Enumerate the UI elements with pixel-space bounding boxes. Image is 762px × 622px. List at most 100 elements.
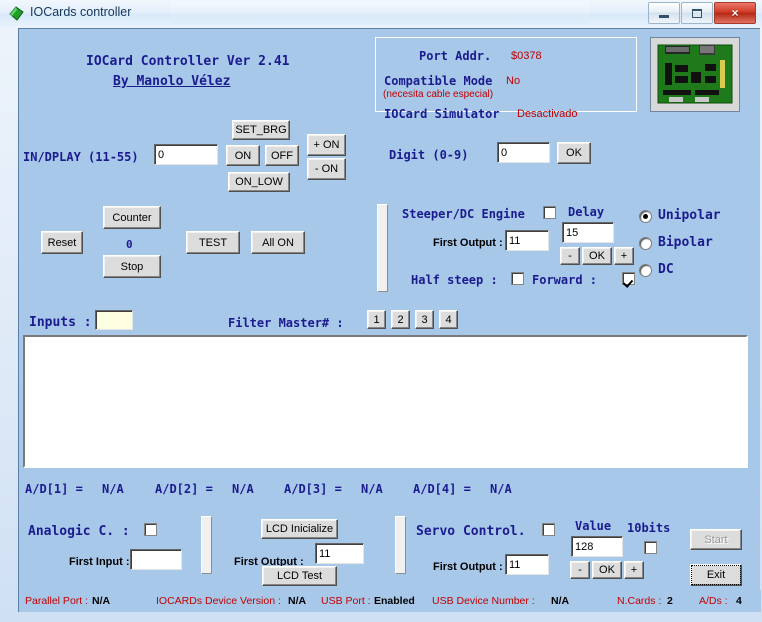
delay-label: Delay [568,205,605,219]
status-usb-value: Enabled [374,595,415,607]
ad4-value: N/A [490,482,512,496]
stepper-first-output-input[interactable]: 11 [505,230,549,251]
all-on-button[interactable]: All ON [251,231,305,254]
servo-enable-checkbox[interactable] [542,523,555,536]
ad1-label: A/D[1] = [25,482,83,496]
lcd-test-button[interactable]: LCD Test [262,566,337,586]
stop-button[interactable]: Stop [103,255,161,278]
ad2-value: N/A [232,482,254,496]
maximize-button[interactable] [681,2,713,24]
servo-title: Servo Control. [416,524,526,539]
lcd-first-output-input[interactable]: 11 [315,543,364,564]
digit-ok-button[interactable]: OK [557,142,591,164]
filter-button-2[interactable]: 2 [391,310,410,329]
forward-checkbox[interactable] [622,272,635,285]
compatible-mode-note: (necesita cable especial) [383,89,494,100]
reset-button[interactable]: Reset [41,231,83,254]
ad3-label: A/D[3] = [284,482,342,496]
close-button[interactable]: × [714,2,756,24]
status-ads-label: A/Ds : [699,595,728,607]
indplay-input[interactable]: 0 [154,144,218,165]
set-brg-button[interactable]: SET_BRG [232,120,290,140]
delay-plus-button[interactable]: + [614,247,634,265]
status-ads-value: 4 [736,595,742,607]
delay-input[interactable]: 15 [562,222,614,243]
page-title: IOCard Controller Ver 2.41 [86,54,290,69]
application-window: IOCards controller × IOCard Controller V… [0,0,762,622]
port-addr-value: $0378 [511,50,542,62]
analogic-enable-checkbox[interactable] [144,523,157,536]
radio-bipolar-label: Bipolar [658,235,713,250]
window-title: IOCards controller [30,5,132,19]
titlebar-glass-highlight [170,2,590,24]
compatible-mode-label: Compatible Mode [384,74,493,88]
status-usb-label: USB Port : [321,595,371,607]
servo-minus-button[interactable]: - [570,561,590,579]
lcd-servo-divider [395,516,406,574]
indplay-label: IN/DPLAY (11-55) [23,150,139,164]
maximize-icon [692,8,702,18]
servo-plus-button[interactable]: + [624,561,644,579]
servo-first-output-input[interactable]: 11 [505,554,549,575]
filter-button-4[interactable]: 4 [439,310,458,329]
log-output-area[interactable] [23,335,748,468]
app-diamond-icon [9,6,24,21]
inputs-label: Inputs : [29,315,92,330]
off-button[interactable]: OFF [265,145,299,166]
digit-input[interactable]: 0 [497,142,550,163]
plus-on-button[interactable]: + ON [307,134,346,156]
radio-dc-label: DC [658,262,674,277]
filter-button-1[interactable]: 1 [367,310,386,329]
filter-button-3[interactable]: 3 [415,310,434,329]
test-button[interactable]: TEST [186,231,240,254]
servo-ok-button[interactable]: OK [592,561,622,579]
half-steep-checkbox[interactable] [511,272,524,285]
start-button[interactable]: Start [690,529,742,550]
analogic-title: Analogic C. : [28,524,130,539]
radio-unipolar[interactable] [639,210,652,223]
ad4-label: A/D[4] = [413,482,471,496]
filter-master-label: Filter Master# : [228,316,344,330]
radio-dc[interactable] [639,264,652,277]
forward-label: Forward : [532,273,598,287]
title-bar[interactable]: IOCards controller × [0,0,762,27]
servo-value-input[interactable]: 128 [571,536,623,557]
status-ncards-value: 2 [667,595,673,607]
author-link[interactable]: By Manolo Vélez [113,74,230,89]
status-device-value: N/A [288,595,307,607]
delay-minus-button[interactable]: - [560,247,580,265]
analogic-first-input-field[interactable] [130,549,182,570]
radio-unipolar-label: Unipolar [658,208,721,223]
close-icon: × [731,6,739,20]
tenbits-checkbox[interactable] [644,541,657,554]
inputs-value-field [95,310,133,330]
lcd-inicialize-button[interactable]: LCD Inicialize [261,519,338,539]
ad2-label: A/D[2] = [155,482,213,496]
minimize-button[interactable] [648,2,680,24]
analogic-lcd-divider [201,516,212,574]
radio-bipolar[interactable] [639,237,652,250]
servo-first-output-label: First Output : [433,561,503,573]
half-steep-label: Half steep : [411,273,498,287]
delay-ok-button[interactable]: OK [582,247,612,265]
analogic-first-input-label: First Input : [69,556,130,568]
exit-button-label: Exit [691,565,741,585]
tenbits-label: 10bits [627,521,671,535]
port-addr-label: Port Addr. [419,49,492,63]
stepper-divider [377,204,388,292]
stepper-enable-checkbox[interactable] [543,206,556,219]
exit-button[interactable]: Exit [690,564,742,586]
simulator-label: IOCard Simulator [384,107,500,121]
stepper-first-output-label: First Output : [433,237,503,249]
on-low-button[interactable]: ON_LOW [228,172,290,192]
status-usbnum-value: N/A [551,595,570,607]
minus-on-button[interactable]: - ON [307,158,346,180]
servo-value-label: Value [575,519,612,533]
stepper-title: Steeper/DC Engine [402,207,525,221]
digit-label: Digit (0-9) [389,148,469,162]
counter-button[interactable]: Counter [103,206,161,229]
status-bar: Parallel Port : N/A IOCARDs Device Versi… [19,590,761,612]
on-button[interactable]: ON [226,145,260,166]
status-usbnum-label: USB Device Number : [432,595,535,607]
counter-value: 0 [126,238,133,251]
